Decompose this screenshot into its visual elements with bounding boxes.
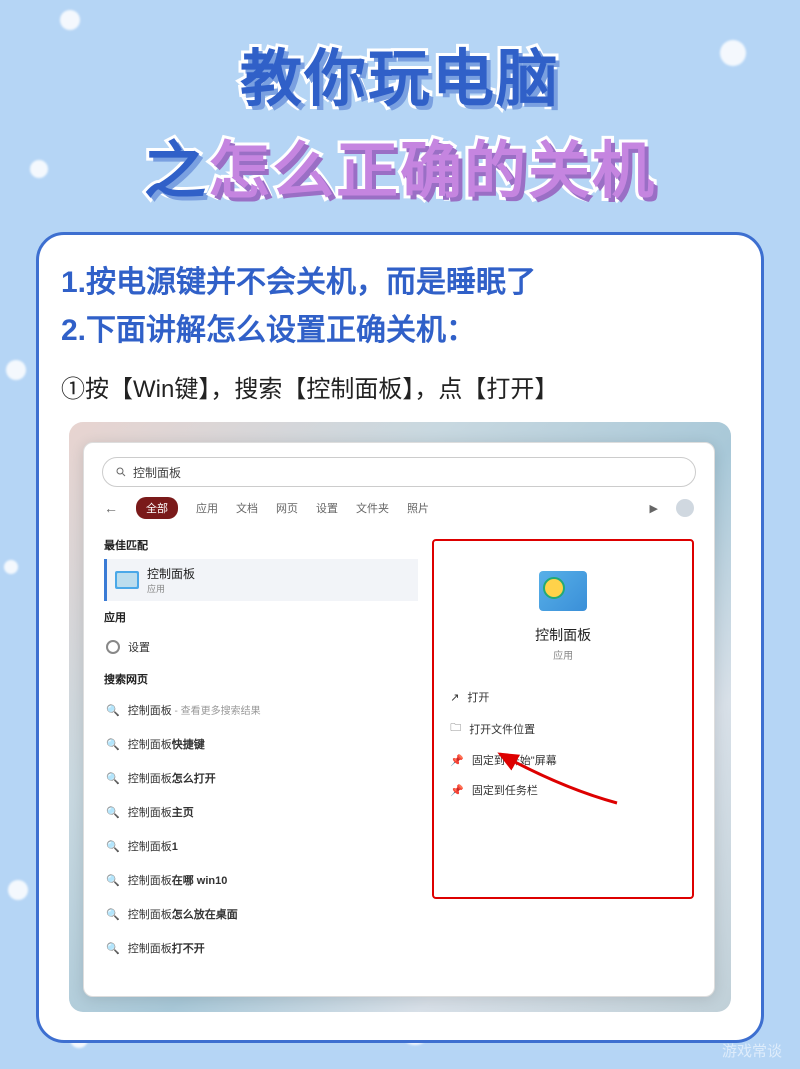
section-bestmatch: 最佳匹配 [104, 529, 418, 559]
intro-line-1: 1.按电源键并不会关机，而是睡眠了 [61, 259, 739, 307]
web-search-item[interactable]: 🔍 控制面板在哪 win10 [104, 863, 418, 897]
search-input[interactable]: 控制面板 [102, 457, 696, 487]
detail-title: 控制面板 [448, 625, 678, 645]
web-search-item[interactable]: 🔍 控制面板怎么打开 [104, 761, 418, 795]
tab-docs[interactable]: 文档 [236, 500, 258, 516]
app-item-settings[interactable]: 设置 [104, 631, 418, 663]
action-pin-taskbar[interactable]: 📌 固定到任务栏 [448, 775, 678, 805]
web-search-label: 控制面板1 [128, 838, 178, 854]
web-search-item[interactable]: 🔍 控制面板1 [104, 829, 418, 863]
search-icon: 🔍 [106, 908, 120, 921]
intro-text: 1.按电源键并不会关机，而是睡眠了 2.下面讲解怎么设置正确关机： [61, 259, 739, 355]
web-search-item[interactable]: 🔍 控制面板主页 [104, 795, 418, 829]
action-open-label: 打开 [467, 689, 489, 705]
web-search-label: 控制面板怎么放在桌面 [128, 906, 238, 922]
watermark: 游戏常谈 [722, 1040, 782, 1061]
folder-icon: 🗀 [450, 719, 461, 738]
tab-photos[interactable]: 照片 [407, 500, 429, 516]
search-icon: 🔍 [106, 704, 120, 717]
detail-subtitle: 应用 [448, 647, 678, 662]
detail-control-panel-icon [539, 571, 587, 611]
pin-icon: 📌 [450, 784, 464, 797]
action-open-location[interactable]: 🗀 打开文件位置 [448, 712, 678, 745]
title-line-1: 教你玩电脑 [0, 28, 800, 118]
section-apps: 应用 [104, 601, 418, 631]
bestmatch-item[interactable]: 控制面板 应用 [104, 559, 418, 601]
search-icon: 🔍 [106, 874, 120, 887]
back-arrow-icon[interactable]: ← [104, 500, 118, 516]
web-search-label: 控制面板主页 [128, 804, 194, 820]
web-search-label: 控制面板怎么打开 [128, 770, 216, 786]
search-icon: 🔍 [106, 738, 120, 751]
web-search-label: 控制面板 - 查看更多搜索结果 [128, 702, 261, 718]
step-1-text: ①按【Win键】，搜索【控制面板】，点【打开】 [61, 369, 739, 404]
search-icon: 🔍 [106, 840, 120, 853]
search-icon: 🔍 [106, 942, 120, 955]
content-card: 1.按电源键并不会关机，而是睡眠了 2.下面讲解怎么设置正确关机： ①按【Win… [36, 232, 764, 1043]
more-icon[interactable]: ▶ [650, 502, 658, 515]
web-search-label: 控制面板快捷键 [128, 736, 205, 752]
results-column: 最佳匹配 控制面板 应用 应用 设置 搜索网页 🔍控制面板 - [84, 529, 424, 996]
web-search-label: 控制面板在哪 win10 [128, 872, 228, 888]
pin-icon: 📌 [450, 754, 464, 767]
tab-apps[interactable]: 应用 [196, 500, 218, 516]
gear-icon [106, 640, 120, 654]
action-pin-start[interactable]: 📌 固定到"开始"屏幕 [448, 745, 678, 775]
bestmatch-title: 控制面板 [147, 565, 195, 582]
web-search-item[interactable]: 🔍 控制面板 - 查看更多搜索结果 [104, 693, 418, 727]
web-search-item[interactable]: 🔍 控制面板打不开 [104, 931, 418, 965]
search-icon: 🔍 [106, 772, 120, 785]
tab-web[interactable]: 网页 [276, 500, 298, 516]
windows-search-screenshot: 控制面板 ← 全部 应用 文档 网页 设置 文件夹 照片 ▶ 最佳匹配 [69, 422, 731, 1012]
title-line-2: 之怎么正确的关机 [0, 120, 800, 210]
action-pin-start-label: 固定到"开始"屏幕 [472, 752, 557, 768]
search-query: 控制面板 [133, 464, 181, 481]
detail-pane: 控制面板 应用 ↗ 打开 🗀 打开文件位置 📌 固定到"开始"屏幕 [432, 539, 694, 899]
section-websearch: 搜索网页 [104, 663, 418, 693]
tab-all[interactable]: 全部 [136, 497, 178, 519]
web-search-label: 控制面板打不开 [128, 940, 205, 956]
search-tabs: ← 全部 应用 文档 网页 设置 文件夹 照片 ▶ [84, 497, 714, 529]
tab-folders[interactable]: 文件夹 [356, 500, 389, 516]
control-panel-icon [115, 571, 139, 589]
app-item-label: 设置 [128, 639, 150, 655]
windows-search-panel: 控制面板 ← 全部 应用 文档 网页 设置 文件夹 照片 ▶ 最佳匹配 [83, 442, 715, 997]
web-search-item[interactable]: 🔍 控制面板怎么放在桌面 [104, 897, 418, 931]
action-open[interactable]: ↗ 打开 [448, 682, 678, 712]
user-avatar[interactable] [676, 499, 694, 517]
action-pin-taskbar-label: 固定到任务栏 [472, 782, 538, 798]
bestmatch-subtitle: 应用 [147, 582, 195, 595]
title-highlight: 怎么正确的关机 [208, 137, 656, 206]
action-open-location-label: 打开文件位置 [469, 721, 535, 737]
web-search-item[interactable]: 🔍 控制面板快捷键 [104, 727, 418, 761]
tab-settings[interactable]: 设置 [316, 500, 338, 516]
open-icon: ↗ [450, 691, 459, 704]
intro-line-2: 2.下面讲解怎么设置正确关机： [61, 307, 739, 355]
search-icon [115, 466, 127, 478]
search-icon: 🔍 [106, 806, 120, 819]
tutorial-title: 教你玩电脑 之怎么正确的关机 [0, 0, 800, 210]
title-prefix: 之 [144, 137, 208, 206]
